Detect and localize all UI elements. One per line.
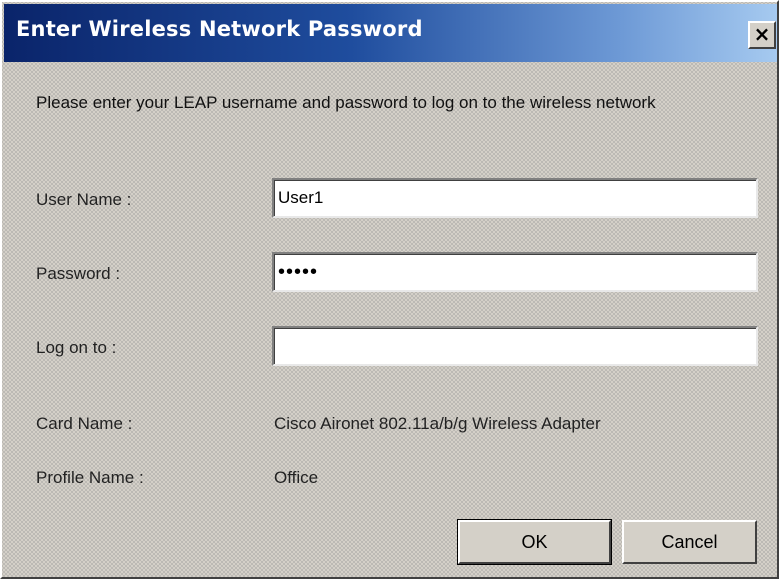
cancel-button[interactable]: Cancel (622, 520, 757, 564)
wireless-password-dialog: Enter Wireless Network Password × Please… (0, 0, 779, 579)
username-input[interactable] (272, 178, 758, 218)
logon-input[interactable] (272, 326, 758, 366)
card-name-label: Card Name : (36, 414, 133, 433)
dialog-title: Enter Wireless Network Password (16, 17, 423, 41)
intro-text: Please enter your LEAP username and pass… (36, 93, 656, 112)
ok-button[interactable]: OK (457, 519, 612, 565)
profile-name-label: Profile Name : (36, 468, 144, 487)
card-name-value: Cisco Aironet 802.11a/b/g Wireless Adapt… (274, 414, 601, 433)
profile-name-value: Office (274, 468, 319, 487)
title-bar[interactable]: Enter Wireless Network Password × (4, 4, 777, 62)
password-input[interactable] (272, 252, 758, 292)
password-label: Password : (36, 264, 121, 283)
logon-label: Log on to : (36, 338, 117, 357)
close-button[interactable]: × (748, 21, 776, 49)
username-label: User Name : (36, 190, 132, 209)
